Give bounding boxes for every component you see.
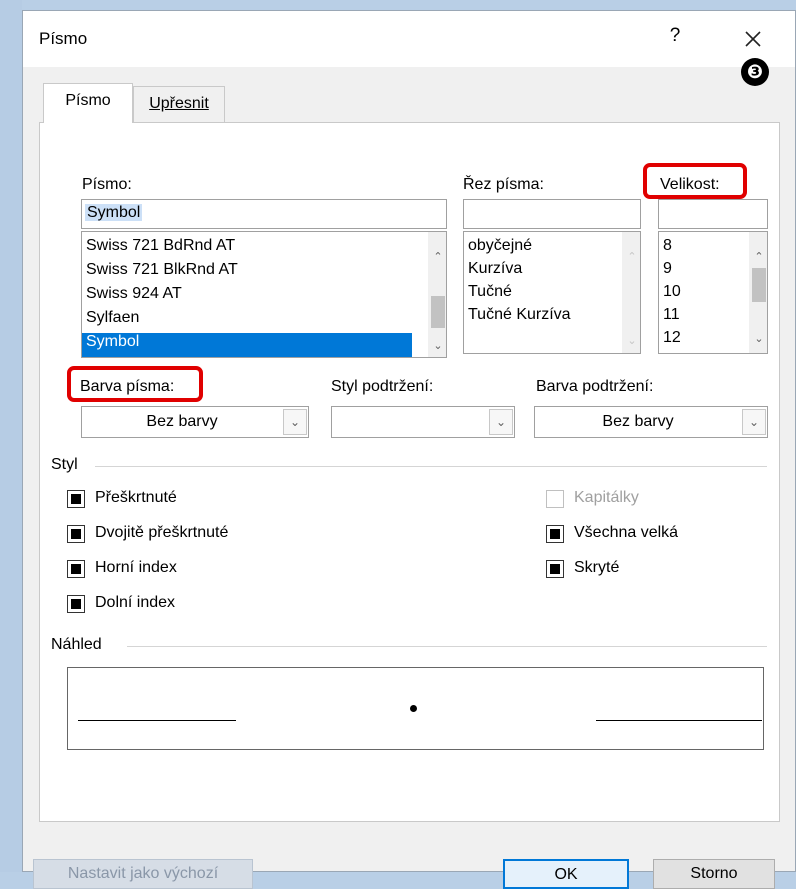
- all-caps-label: Všechna velká: [574, 524, 679, 541]
- list-item[interactable]: Tučné: [468, 283, 512, 301]
- scroll-down-icon[interactable]: ⌄: [750, 330, 767, 348]
- highlight-frame: [67, 366, 203, 402]
- font-style-list[interactable]: obyčejné Kurzíva Tučné Tučné Kurzíva ⌃ ⌄: [463, 231, 641, 354]
- underline-color-select[interactable]: Bez barvy ⌄: [534, 406, 768, 438]
- scroll-up-icon[interactable]: ⌃: [623, 248, 640, 266]
- hidden-label: Skryté: [574, 559, 620, 576]
- help-button[interactable]: ?: [663, 25, 687, 53]
- close-icon: [745, 31, 761, 47]
- list-item[interactable]: 12: [663, 329, 681, 347]
- font-label: Písmo:: [82, 176, 132, 193]
- chevron-down-icon[interactable]: ⌄: [489, 409, 513, 435]
- checkbox-indeterminate-mark: [71, 599, 81, 609]
- font-style-label: Řez písma:: [463, 176, 544, 193]
- cancel-button[interactable]: Storno: [653, 859, 775, 889]
- font-list-scrollbar[interactable]: ⌃ ⌄: [428, 232, 446, 357]
- list-item[interactable]: 9: [663, 260, 672, 278]
- underline-color-value: Bez barvy: [602, 413, 674, 430]
- subscript-checkbox[interactable]: [67, 595, 85, 613]
- scroll-up-icon[interactable]: ⌃: [429, 248, 446, 266]
- double-strikethrough-checkbox[interactable]: [67, 525, 85, 543]
- double-strikethrough-label: Dvojitě přeškrtnuté: [95, 524, 229, 541]
- scroll-up-icon[interactable]: ⌃: [750, 248, 767, 266]
- font-input-value: Symbol: [85, 204, 143, 221]
- hidden-checkbox[interactable]: [546, 560, 564, 578]
- size-input[interactable]: [658, 199, 768, 229]
- small-caps-checkbox[interactable]: [546, 490, 564, 508]
- subscript-label: Dolní index: [95, 594, 176, 611]
- checkbox-indeterminate-mark: [71, 494, 81, 504]
- list-item[interactable]: Kurzíva: [468, 260, 522, 278]
- list-item[interactable]: obyčejné: [468, 237, 532, 255]
- preview-box: [67, 667, 764, 750]
- preview-line-left: [78, 720, 236, 721]
- list-item[interactable]: 8: [663, 237, 672, 255]
- tab-font[interactable]: Písmo: [43, 83, 133, 123]
- size-list[interactable]: 8 9 10 11 12 ⌃ ⌄: [658, 231, 768, 354]
- size-list-scrollbar[interactable]: ⌃ ⌄: [749, 232, 767, 353]
- ok-button[interactable]: OK: [503, 859, 629, 889]
- list-item[interactable]: 11: [663, 306, 680, 324]
- list-item[interactable]: Swiss 721 BlkRnd AT: [86, 261, 238, 279]
- scrollbar-thumb[interactable]: [752, 268, 766, 302]
- set-default-button[interactable]: Nastavit jako výchozí: [33, 859, 253, 889]
- preview-glyph: [410, 705, 417, 712]
- title-bar: Písmo ? ❸: [23, 11, 795, 86]
- font-input[interactable]: Symbol: [81, 199, 447, 229]
- group-divider: [127, 646, 767, 647]
- close-button[interactable]: [738, 21, 768, 55]
- all-caps-checkbox[interactable]: [546, 525, 564, 543]
- list-item[interactable]: Tučné Kurzíva: [468, 306, 571, 324]
- background-window: [0, 0, 22, 872]
- group-divider: [95, 466, 767, 467]
- underline-style-label: Styl podtržení:: [331, 378, 434, 395]
- scrollbar-thumb[interactable]: [431, 296, 445, 328]
- font-list[interactable]: Swiss 721 BdRnd AT Swiss 721 BlkRnd AT S…: [81, 231, 447, 358]
- tab-label: Písmo: [65, 92, 111, 109]
- checkbox-indeterminate-mark: [550, 529, 560, 539]
- superscript-checkbox[interactable]: [67, 560, 85, 578]
- step-number-badge: ❸: [741, 58, 769, 86]
- chevron-down-icon[interactable]: ⌄: [742, 409, 766, 435]
- dialog-title: Písmo: [39, 29, 88, 48]
- checkbox-indeterminate-mark: [71, 529, 81, 539]
- checkbox-indeterminate-mark: [71, 564, 81, 574]
- list-item[interactable]: 10: [663, 283, 681, 301]
- tab-label: Upřesnit: [149, 95, 209, 112]
- preview-group-label: Náhled: [51, 636, 102, 653]
- style-list-scrollbar[interactable]: ⌃ ⌄: [622, 232, 640, 353]
- list-item-selected[interactable]: Symbol: [82, 333, 412, 357]
- font-style-input[interactable]: [463, 199, 641, 229]
- checkbox-indeterminate-mark: [550, 564, 560, 574]
- small-caps-label: Kapitálky: [574, 489, 639, 506]
- underline-color-label: Barva podtržení:: [536, 378, 654, 395]
- font-color-value: Bez barvy: [146, 413, 218, 430]
- tab-advanced[interactable]: Upřesnit: [133, 86, 225, 122]
- scroll-down-icon[interactable]: ⌄: [623, 332, 640, 350]
- strikethrough-checkbox[interactable]: [67, 490, 85, 508]
- highlight-frame: [643, 163, 747, 199]
- list-item[interactable]: Swiss 924 AT: [86, 285, 182, 303]
- font-color-select[interactable]: Bez barvy ⌄: [81, 406, 309, 438]
- preview-line-right: [596, 720, 762, 721]
- scroll-down-icon[interactable]: ⌄: [429, 337, 446, 355]
- underline-style-select[interactable]: ⌄: [331, 406, 515, 438]
- strikethrough-label: Přeškrtnuté: [95, 489, 177, 506]
- effects-group-label: Styl: [51, 456, 78, 473]
- list-item[interactable]: Swiss 721 BdRnd AT: [86, 237, 235, 255]
- list-item[interactable]: Sylfaen: [86, 309, 139, 327]
- font-dialog: Písmo ? ❸ Písmo Upřesnit Písmo: Symbol S…: [22, 10, 796, 889]
- superscript-label: Horní index: [95, 559, 177, 576]
- chevron-down-icon[interactable]: ⌄: [283, 409, 307, 435]
